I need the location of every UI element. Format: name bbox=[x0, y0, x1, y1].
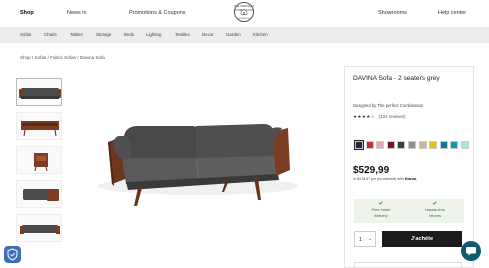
category-chairs[interactable]: Chairs bbox=[44, 32, 57, 37]
nav-showrooms[interactable]: Showrooms bbox=[378, 10, 407, 16]
product-price: $529,99 bbox=[353, 165, 390, 176]
quantity-value: 1 bbox=[359, 236, 362, 243]
thumbnail-sofa-detail[interactable] bbox=[16, 180, 62, 208]
sofa-thumbnail-image bbox=[19, 88, 61, 99]
color-swatch[interactable] bbox=[353, 139, 365, 151]
color-swatch[interactable] bbox=[450, 141, 459, 149]
top-navigation: Shop News in Promotions & Coupons THE PE… bbox=[0, 0, 489, 27]
breadcrumb[interactable]: Shop / Sofas / Fabric Sofas / Davina Sof… bbox=[20, 55, 105, 60]
nav-promotions[interactable]: Promotions & Coupons bbox=[129, 10, 186, 16]
review-count[interactable]: (131 reviews) bbox=[378, 114, 405, 119]
category-bar: Sofas Chairs Tables Storage Beds Lightin… bbox=[0, 27, 489, 43]
benefit-free-returns: ✔ Hassle-free returns bbox=[410, 201, 460, 218]
color-swatch[interactable] bbox=[386, 141, 395, 149]
category-lighting[interactable]: Lighting bbox=[146, 32, 161, 37]
thumbnail-sofa-arm[interactable] bbox=[16, 146, 62, 174]
chat-bubble-icon bbox=[466, 247, 476, 256]
benefit-line1: Free home bbox=[371, 207, 391, 212]
thumbnail-sofa-front[interactable] bbox=[16, 78, 62, 106]
thumbnail-sofa-side[interactable] bbox=[16, 112, 62, 140]
shield-icon bbox=[7, 248, 18, 261]
benefit-line2: returns bbox=[428, 212, 442, 218]
category-garden[interactable]: Garden bbox=[226, 32, 241, 37]
color-swatches bbox=[353, 139, 469, 151]
logo-sub-text: COMBINATION bbox=[236, 18, 252, 20]
color-swatch[interactable] bbox=[460, 141, 469, 149]
benefit-line2: delivery bbox=[374, 212, 388, 218]
sofa-arm-thumbnail-image bbox=[34, 153, 48, 172]
add-to-cart-button[interactable]: J'achète bbox=[382, 231, 462, 247]
privacy-shield-button[interactable] bbox=[4, 246, 21, 263]
category-storage[interactable]: Storage bbox=[96, 32, 111, 37]
nav-news-in[interactable]: News in bbox=[67, 10, 87, 16]
color-swatch[interactable] bbox=[418, 141, 427, 149]
thumbnail-sofa-angle[interactable] bbox=[16, 214, 62, 242]
benefits-box: ✔ Free home delivery ✔ Hassle-free retur… bbox=[354, 199, 464, 223]
sofa-side-thumbnail-image bbox=[21, 121, 59, 137]
installment-text: or $176.67 pm (no interest) with bbox=[353, 177, 404, 181]
benefit-line1: Hassle-free bbox=[425, 207, 445, 212]
chat-button[interactable] bbox=[461, 241, 481, 261]
brand-logo[interactable]: THE PERFECT COMBINATION COMBINATION bbox=[228, 2, 260, 24]
category-textiles[interactable]: Textiles bbox=[175, 32, 190, 37]
quantity-select[interactable]: 1 ⌄ bbox=[354, 231, 376, 247]
category-decor[interactable]: Decor bbox=[202, 32, 214, 37]
product-rating[interactable]: ★★★★☆ (131 reviews) bbox=[353, 114, 405, 120]
sofa-detail-thumbnail-image bbox=[23, 189, 59, 201]
color-swatch[interactable] bbox=[429, 141, 438, 149]
color-swatch[interactable] bbox=[439, 141, 448, 149]
main-product-image[interactable] bbox=[86, 74, 309, 242]
color-swatch[interactable] bbox=[365, 141, 374, 149]
chevron-down-icon: ⌄ bbox=[368, 236, 373, 242]
color-swatch[interactable] bbox=[407, 141, 416, 149]
klarna-logo: Klarna. bbox=[404, 177, 417, 181]
color-swatch[interactable] bbox=[397, 141, 406, 149]
installment-info: or $176.67 pm (no interest) with Klarna. bbox=[353, 177, 417, 181]
sofa-main-image bbox=[98, 124, 298, 206]
product-title: DAVINA Sofa - 2 seaters grey bbox=[353, 75, 440, 82]
category-tables[interactable]: Tables bbox=[70, 32, 83, 37]
benefit-free-delivery: ✔ Free home delivery bbox=[356, 201, 406, 218]
nav-help-center[interactable]: Help center bbox=[438, 10, 466, 16]
category-kitchen[interactable]: Kitchen bbox=[253, 32, 268, 37]
rating-stars: ★★★★☆ bbox=[353, 114, 376, 119]
sofa-angle-thumbnail-image bbox=[20, 225, 60, 234]
additional-info-box bbox=[354, 262, 462, 268]
category-beds[interactable]: Beds bbox=[124, 32, 134, 37]
color-swatch[interactable] bbox=[376, 141, 385, 149]
nav-shop[interactable]: Shop bbox=[20, 10, 34, 16]
category-sofas[interactable]: Sofas bbox=[20, 32, 31, 37]
house-icon bbox=[240, 8, 248, 15]
designer-credit[interactable]: Designed by The perfect Combination bbox=[353, 103, 423, 108]
